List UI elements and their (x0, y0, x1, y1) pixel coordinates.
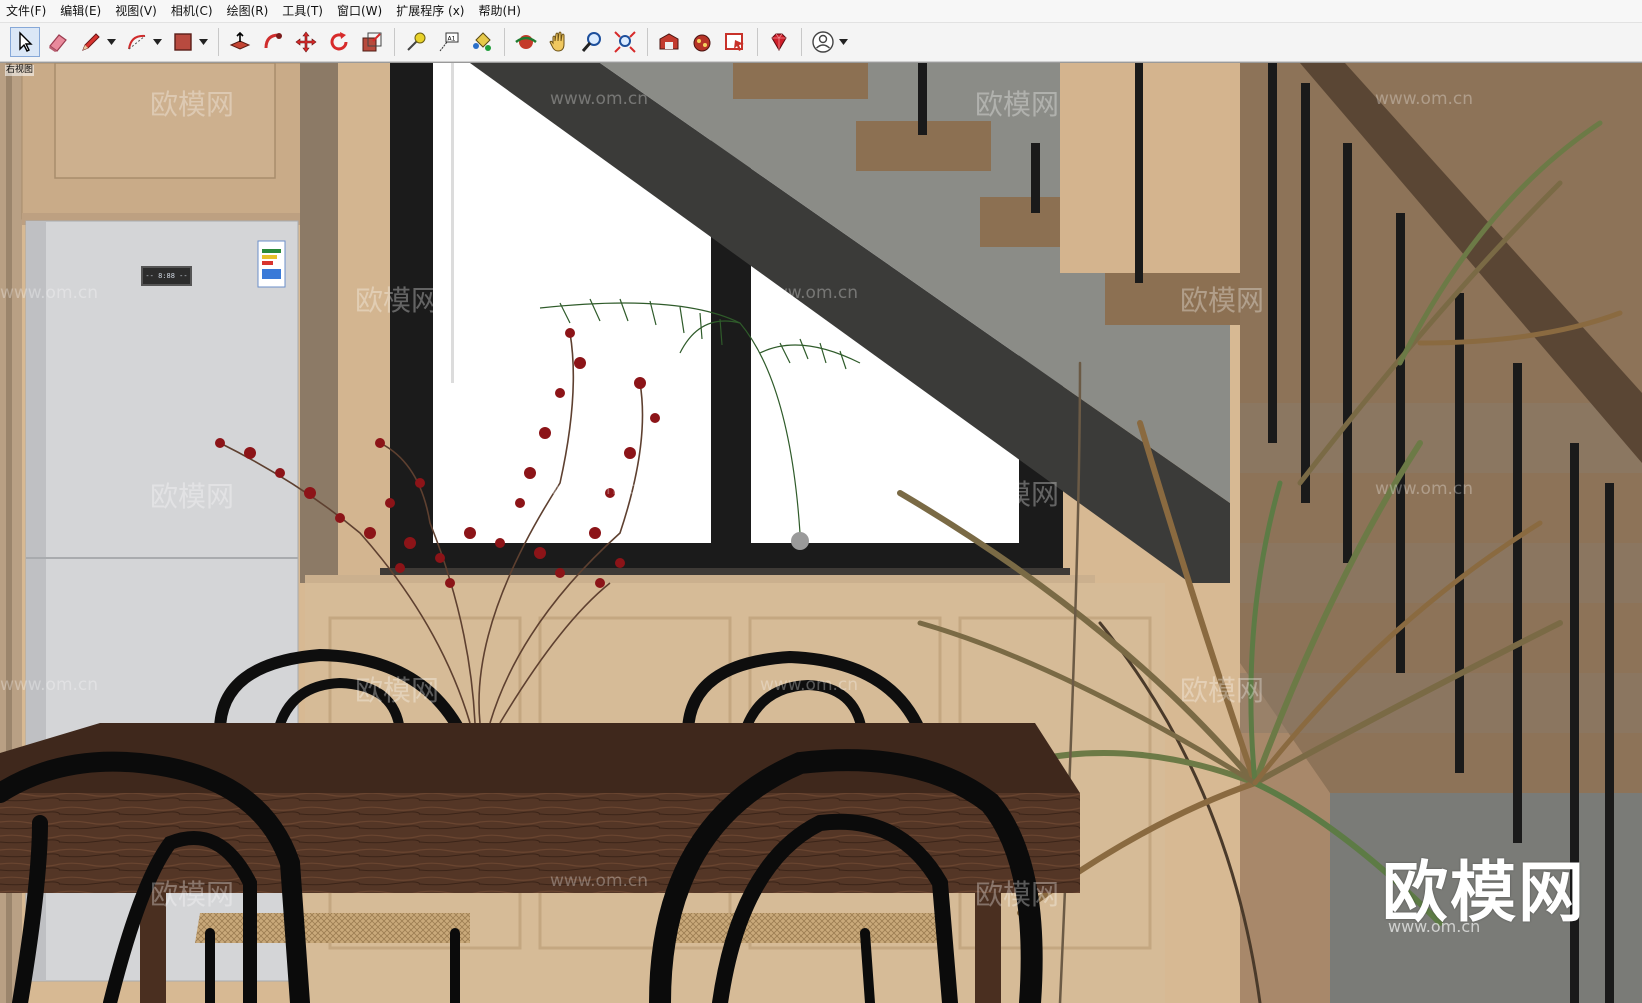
menu-view[interactable]: 视图(V) (108, 0, 164, 22)
rotate-tool-button[interactable] (324, 27, 354, 57)
rectangle-tool-button[interactable] (168, 27, 198, 57)
menu-draw[interactable]: 绘图(R) (220, 0, 276, 22)
follow-me-tool-button[interactable] (258, 27, 288, 57)
toolbar-divider (757, 28, 758, 56)
account-avatar-icon (812, 31, 834, 53)
tape-measure-icon (407, 32, 426, 51)
follow-me-icon (264, 33, 282, 49)
eraser-icon (49, 34, 67, 52)
move-arrows-icon (295, 31, 317, 53)
magnifier-icon (581, 32, 601, 52)
main-toolbar: A1 (0, 23, 1642, 62)
3d-warehouse-button[interactable] (654, 27, 684, 57)
toolbar-divider (801, 28, 802, 56)
orbit-icon (515, 35, 537, 49)
orbit-tool-button[interactable] (511, 27, 541, 57)
menu-window[interactable]: 窗口(W) (330, 0, 389, 22)
arc-dropdown-chevron-icon[interactable] (152, 27, 162, 57)
text-label-icon: A1 (439, 32, 459, 52)
scale-tool-button[interactable] (357, 27, 387, 57)
fridge-display: -- 8:88 -- (141, 266, 192, 286)
rectangle-icon (174, 33, 192, 51)
extension-warehouse-button[interactable] (687, 27, 717, 57)
scene-tab-label[interactable]: 右视图 (5, 65, 35, 76)
svg-text:A1: A1 (448, 36, 456, 43)
hand-pan-icon (549, 31, 565, 52)
move-tool-button[interactable] (291, 27, 321, 57)
ruby-gem-icon (771, 33, 787, 51)
layout-button[interactable] (720, 27, 750, 57)
brand-logo-url: www.om.cn (1388, 917, 1481, 936)
text-tool-button[interactable]: A1 (434, 27, 464, 57)
push-pull-icon (229, 31, 251, 50)
menu-help[interactable]: 帮助(H) (471, 0, 527, 22)
toolbar-divider (218, 28, 219, 56)
pencil-dropdown-chevron-icon[interactable] (106, 27, 116, 57)
menu-edit[interactable]: 编辑(E) (53, 0, 108, 22)
rectangle-dropdown-chevron-icon[interactable] (198, 27, 208, 57)
arc-icon (128, 34, 146, 50)
account-button[interactable] (808, 27, 838, 57)
paint-bucket-icon (473, 32, 491, 51)
push-pull-tool-button[interactable] (225, 27, 255, 57)
pencil-tool-button[interactable] (76, 27, 106, 57)
pencil-icon (82, 33, 100, 51)
model-viewport[interactable]: 右视图 -- 8:88 -- 欧模网 欧模网 欧模网 欧模网 欧模网 欧模网 欧… (0, 62, 1642, 1003)
zoom-tool-button[interactable] (577, 27, 607, 57)
toolbar-divider (394, 28, 395, 56)
toolbar-divider (504, 28, 505, 56)
arc-tool-button[interactable] (122, 27, 152, 57)
menu-file[interactable]: 文件(F) (0, 0, 53, 22)
toolbar-divider (647, 28, 648, 56)
layout-icon (725, 33, 744, 51)
arrow-cursor-icon (19, 31, 33, 52)
warehouse-icon (659, 33, 679, 50)
zoom-extents-tool-button[interactable] (610, 27, 640, 57)
tape-measure-tool-button[interactable] (401, 27, 431, 57)
menu-bar: 文件(F) 编辑(E) 视图(V) 相机(C) 绘图(R) 工具(T) 窗口(W… (0, 0, 1642, 23)
menu-tools[interactable]: 工具(T) (275, 0, 330, 22)
menu-extensions[interactable]: 扩展程序 (x) (389, 0, 471, 22)
rotate-icon (330, 32, 348, 51)
account-dropdown-chevron-icon[interactable] (838, 27, 848, 57)
ruby-console-button[interactable] (764, 27, 794, 57)
extension-warehouse-icon (693, 34, 711, 52)
zoom-extents-icon (614, 31, 636, 53)
menu-camera[interactable]: 相机(C) (164, 0, 220, 22)
select-tool-button[interactable] (10, 27, 40, 57)
paint-bucket-tool-button[interactable] (467, 27, 497, 57)
eraser-tool-button[interactable] (43, 27, 73, 57)
scale-icon (362, 32, 382, 52)
pan-tool-button[interactable] (544, 27, 574, 57)
